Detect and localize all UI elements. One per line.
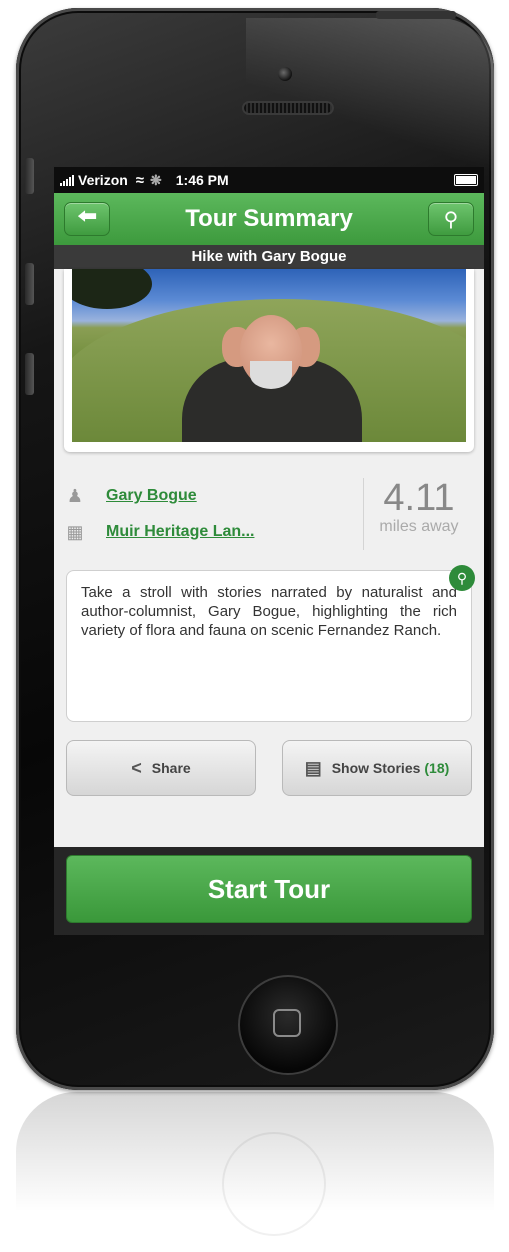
home-square-icon bbox=[273, 1009, 301, 1037]
tour-photo-card bbox=[64, 269, 474, 452]
phone-reflection bbox=[16, 1092, 494, 1252]
earpiece-speaker bbox=[242, 101, 334, 115]
home-button-reflection bbox=[222, 1132, 326, 1236]
wifi-icon: ≈ bbox=[135, 171, 145, 189]
volume-down-button bbox=[25, 353, 34, 395]
volume-up-button bbox=[25, 263, 34, 305]
book-icon: ▤ bbox=[304, 757, 322, 778]
front-camera bbox=[278, 67, 292, 81]
photo-tree bbox=[72, 269, 152, 309]
start-tour-button[interactable]: Start Tour bbox=[66, 855, 472, 923]
stories-count: (18) bbox=[424, 760, 450, 776]
clock: 1:46 PM bbox=[175, 172, 229, 188]
page-title: Tour Summary bbox=[185, 205, 353, 232]
share-button[interactable]: < Share bbox=[66, 740, 256, 796]
organization-row: ▦ Muir Heritage Lan... bbox=[64, 514, 363, 550]
share-label: Share bbox=[151, 760, 191, 776]
status-bar: Verizon ≈ ❋ 1:46 PM bbox=[54, 167, 484, 193]
back-button[interactable]: 🠰 bbox=[64, 202, 110, 236]
distance-unit: miles away bbox=[379, 518, 459, 535]
power-button bbox=[376, 11, 456, 19]
map-pin-icon: ⚲ bbox=[443, 208, 459, 231]
distance-display: 4.11 miles away bbox=[363, 478, 474, 550]
tour-photo bbox=[72, 269, 466, 442]
home-button[interactable] bbox=[238, 975, 338, 1075]
tour-description: Take a stroll with stories narrated by n… bbox=[66, 565, 475, 722]
nav-bar: 🠰 Tour Summary ⚲ bbox=[54, 193, 484, 245]
person-icon: ♟ bbox=[66, 485, 84, 506]
narrator-link[interactable]: Gary Bogue bbox=[106, 487, 197, 505]
battery-icon bbox=[454, 174, 478, 186]
arrow-left-icon: 🠰 bbox=[76, 206, 98, 228]
action-buttons: < Share ▤ Show Stories (18) bbox=[66, 740, 472, 796]
map-button[interactable]: ⚲ bbox=[428, 202, 474, 236]
share-icon: < bbox=[131, 757, 142, 778]
organization-link[interactable]: Muir Heritage Lan... bbox=[106, 523, 254, 541]
app-screen: Verizon ≈ ❋ 1:46 PM 🠰 Tour Summary ⚲ Hik… bbox=[54, 167, 484, 935]
tour-links: ♟ Gary Bogue ▦ Muir Heritage Lan... bbox=[64, 478, 363, 550]
tour-info: ♟ Gary Bogue ▦ Muir Heritage Lan... 4.11… bbox=[64, 478, 474, 550]
building-icon: ▦ bbox=[66, 521, 84, 542]
photo-person-beard bbox=[250, 361, 292, 389]
description-text: Take a stroll with stories narrated by n… bbox=[81, 584, 457, 639]
show-stories-label: Show Stories bbox=[331, 760, 421, 776]
signal-icon bbox=[60, 174, 74, 186]
activity-spinner-icon: ❋ bbox=[150, 171, 162, 188]
start-bar: Start Tour bbox=[54, 847, 484, 935]
search-icon: ⚲ bbox=[456, 570, 468, 586]
tour-subtitle: Hike with Gary Bogue bbox=[54, 245, 484, 269]
show-stories-button[interactable]: ▤ Show Stories (18) bbox=[282, 740, 472, 796]
distance-value: 4.11 bbox=[383, 477, 455, 519]
mute-switch bbox=[25, 158, 34, 194]
carrier-label: Verizon bbox=[78, 172, 128, 188]
narrator-row: ♟ Gary Bogue bbox=[64, 478, 363, 514]
zoom-description-button[interactable]: ⚲ bbox=[449, 565, 475, 591]
